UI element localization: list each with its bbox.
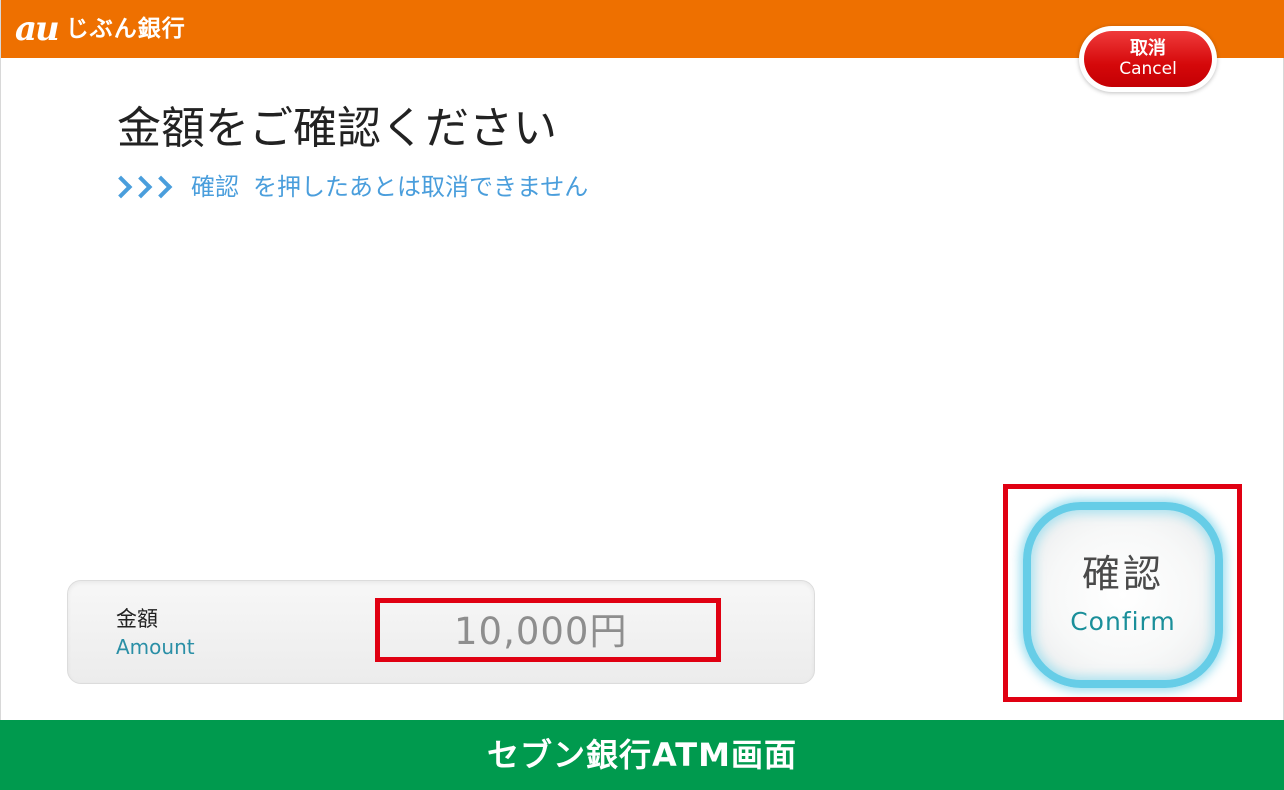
confirm-button[interactable]: 確認 Confirm	[1023, 502, 1223, 688]
atm-screen: au じぶん銀行 取消 Cancel 金額をご確認ください 確認 を押したあとは取…	[0, 0, 1284, 720]
logo-mark: au	[15, 9, 60, 49]
cancel-label-jp: 取消	[1130, 38, 1166, 59]
bank-logo: au じぶん銀行	[15, 9, 186, 49]
chevron-right-icon	[109, 175, 173, 199]
cancel-label-en: Cancel	[1119, 59, 1177, 79]
caption-bar: セブン銀行ATM画面	[0, 720, 1284, 790]
amount-value: 10,000円	[454, 610, 628, 653]
notice-line: 確認 を押したあとは取消できません	[109, 168, 588, 206]
notice-message: を押したあとは取消できません	[253, 173, 589, 201]
notice-keyword: 確認	[191, 173, 239, 201]
notice-text: 確認 を押したあとは取消できません	[191, 168, 588, 206]
caption-text: セブン銀行ATM画面	[487, 736, 797, 774]
amount-label-en: Amount	[116, 635, 195, 659]
cancel-button[interactable]: 取消 Cancel	[1079, 26, 1217, 92]
confirm-label-jp: 確認	[1081, 552, 1164, 596]
page-title: 金額をご確認ください	[117, 103, 557, 154]
cancel-button-face[interactable]: 取消 Cancel	[1084, 31, 1212, 87]
logo-text: じぶん銀行	[65, 16, 186, 42]
amount-panel: 金額 Amount 10,000円	[67, 580, 815, 684]
amount-label-jp: 金額	[116, 607, 158, 631]
confirm-label-en: Confirm	[1070, 607, 1176, 636]
